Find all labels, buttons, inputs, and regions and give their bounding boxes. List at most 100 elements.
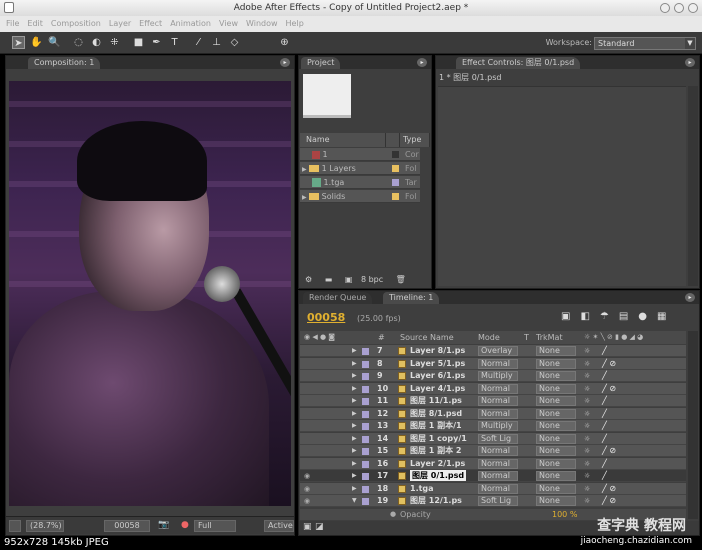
column-source-name[interactable]: Source Name (400, 331, 454, 344)
shy-switch-icon[interactable]: ☼ (584, 370, 590, 382)
layer-name[interactable]: 图层 12/1.ps (410, 495, 462, 507)
trkmat-select[interactable]: None (536, 371, 576, 381)
column-type[interactable]: Type (400, 133, 430, 147)
project-item[interactable]: 1.tga Tar (300, 176, 420, 189)
layer-row[interactable]: ▶ 16 Layer 2/1.ps Normal None ☼ ╱ (300, 457, 686, 470)
axis-mode-icon[interactable]: ⊕ (278, 36, 291, 49)
mode-select[interactable]: Normal (478, 483, 518, 494)
trkmat-select[interactable]: None (536, 396, 576, 406)
menu-effect[interactable]: Effect (139, 16, 162, 32)
brush-tool-icon[interactable]: ⁄ (192, 36, 205, 49)
rectangle-mask-tool-icon[interactable]: ■ (132, 36, 145, 49)
mode-select[interactable]: Soft Lig (478, 496, 518, 506)
selection-tool-icon[interactable]: ➤ (12, 36, 25, 49)
label-color[interactable] (362, 385, 369, 393)
label-color[interactable] (362, 410, 369, 418)
quality-switch-icon[interactable]: ╱ (602, 470, 607, 482)
trkmat-select[interactable]: None (536, 408, 576, 419)
interpret-footage-icon[interactable]: ⚙ (305, 275, 312, 284)
expand-icon[interactable]: ▶ (352, 483, 357, 495)
expand-icon[interactable]: ▶ (302, 166, 307, 173)
orbit-camera-tool-icon[interactable]: ◐ (90, 36, 103, 49)
trash-icon[interactable]: 🗑 (396, 275, 406, 284)
shy-switch-icon[interactable]: ☼ (584, 345, 590, 357)
column-number[interactable]: # (378, 331, 385, 344)
mode-select[interactable]: Normal (478, 408, 518, 419)
quality-switch-icon[interactable]: ╱ ⊘ (602, 483, 616, 495)
quality-switch-icon[interactable]: ╱ ⊘ (602, 383, 616, 395)
label-color[interactable] (362, 435, 369, 443)
new-composition-icon[interactable]: ▣ (345, 275, 353, 284)
shy-switch-icon[interactable]: ☼ (584, 383, 590, 395)
toggle-modes-icon[interactable]: ◪ (315, 522, 324, 532)
menu-composition[interactable]: Composition (51, 16, 101, 32)
expand-icon[interactable]: ▶ (352, 458, 357, 470)
expand-icon[interactable]: ▶ (352, 358, 357, 370)
quality-switch-icon[interactable]: ╱ (602, 408, 607, 420)
quality-switch-icon[interactable]: ╱ ⊘ (602, 358, 616, 370)
resolution-select[interactable]: Full (194, 520, 236, 532)
layer-row[interactable]: ◉ ▶ 18 1.tga Normal None ☼ ╱ ⊘ (300, 482, 686, 495)
trkmat-select[interactable]: None (536, 421, 576, 431)
eye-icon[interactable]: ◉ (304, 470, 310, 482)
trkmat-select[interactable]: None (536, 358, 576, 369)
label-color[interactable] (362, 348, 369, 355)
mode-select[interactable]: Soft Lig (478, 433, 518, 444)
timeline-timecode[interactable]: 00058 (307, 311, 345, 324)
expand-icon[interactable]: ▶ (352, 433, 357, 445)
expand-icon[interactable]: ▶ (352, 395, 357, 407)
layer-row[interactable]: ▶ 9 Layer 6/1.ps Multiply None ☼ ╱ (300, 370, 686, 382)
close-button[interactable] (688, 3, 698, 13)
property-value[interactable]: 100 % (552, 509, 577, 520)
layer-name[interactable]: Layer 6/1.ps (410, 370, 465, 382)
menu-help[interactable]: Help (286, 16, 304, 32)
shy-switch-icon[interactable]: ☼ (584, 433, 590, 445)
label-color[interactable] (362, 360, 369, 368)
clone-stamp-tool-icon[interactable]: ⊥ (210, 36, 223, 49)
channel-icon[interactable]: ● (181, 520, 189, 530)
column-trkmat[interactable]: TrkMat (536, 331, 563, 344)
layer-name[interactable]: 图层 1 副本/1 (410, 420, 462, 432)
quality-switch-icon[interactable]: ╱ (602, 395, 607, 407)
tab-composition[interactable]: Composition: 1 (28, 57, 101, 69)
quality-switch-icon[interactable]: ╱ (602, 370, 607, 382)
expand-icon[interactable]: ▼ (352, 495, 357, 507)
project-item[interactable]: ▶ 1 Layers Fol (300, 162, 420, 175)
layer-row[interactable]: ▶ 14 图层 1 copy/1 Soft Lig None ☼ ╱ (300, 432, 686, 445)
workspace-select[interactable]: Standard ▼ (594, 37, 696, 50)
new-folder-icon[interactable]: ▬ (325, 275, 333, 284)
label-color[interactable] (362, 373, 369, 380)
snapshot-icon[interactable]: 📷 (158, 520, 169, 530)
layer-name[interactable]: 图层 1 copy/1 (410, 433, 467, 445)
label-column-icon[interactable] (386, 133, 400, 147)
maximize-button[interactable] (674, 3, 684, 13)
menu-view[interactable]: View (219, 16, 238, 32)
panel-menu-icon[interactable]: ▸ (417, 58, 427, 67)
mode-select[interactable]: Normal (478, 446, 518, 456)
scrollbar[interactable] (688, 331, 698, 519)
current-time[interactable]: 00058 (104, 520, 150, 532)
toggle-switches-icon[interactable]: ▣ (303, 522, 312, 532)
label-color[interactable] (362, 473, 369, 480)
project-item[interactable]: 1 Cor (300, 148, 420, 161)
rotation-tool-icon[interactable]: ◌ (72, 36, 85, 49)
menu-animation[interactable]: Animation (170, 16, 211, 32)
trkmat-select[interactable]: None (536, 458, 576, 469)
menu-file[interactable]: File (6, 16, 19, 32)
label-color[interactable] (362, 460, 369, 468)
layer-name[interactable]: 图层 8/1.psd (410, 408, 462, 420)
mode-select[interactable]: Overlay (478, 346, 518, 356)
type-tool-icon[interactable]: T (168, 36, 181, 49)
mode-select[interactable]: Normal (478, 396, 518, 406)
panel-menu-icon[interactable]: ▸ (685, 58, 695, 67)
expand-icon[interactable]: ▶ (352, 470, 357, 482)
layer-row[interactable]: ▶ 8 Layer 5/1.ps Normal None ☼ ╱ ⊘ (300, 357, 686, 370)
shy-switch-icon[interactable]: ☼ (584, 470, 590, 482)
mode-select[interactable]: Multiply (478, 421, 518, 431)
label-color[interactable] (362, 448, 369, 455)
menu-window[interactable]: Window (246, 16, 278, 32)
layer-name[interactable]: Layer 8/1.ps (410, 345, 465, 357)
label-color[interactable] (362, 485, 369, 493)
trkmat-select[interactable]: None (536, 383, 576, 394)
trkmat-select[interactable]: None (536, 346, 576, 356)
